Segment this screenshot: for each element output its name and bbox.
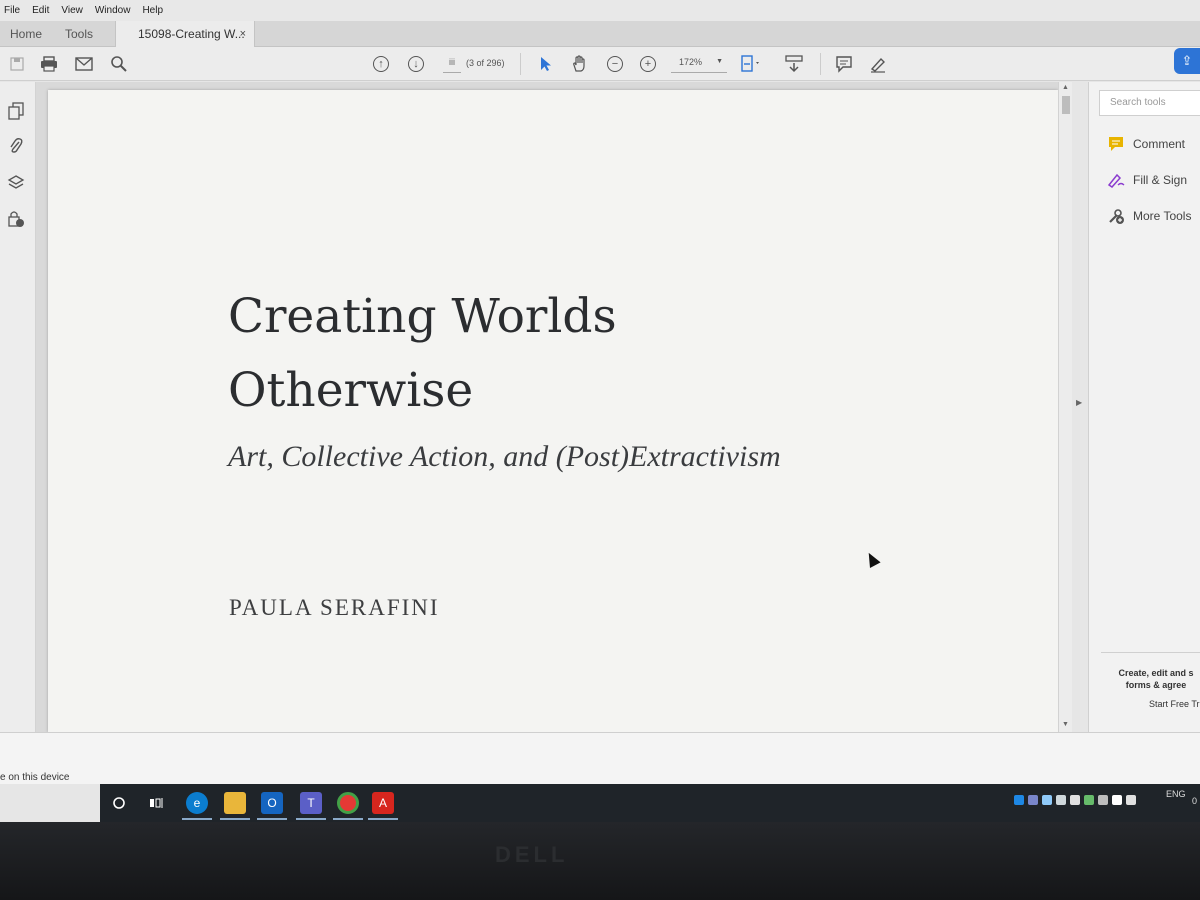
volume-icon[interactable] xyxy=(1126,795,1136,805)
edge-browser-icon[interactable]: e xyxy=(186,792,208,814)
tool-label: Fill & Sign xyxy=(1133,173,1188,187)
tools-pane: Search tools Comment Fill & Sign More To… xyxy=(1088,82,1200,732)
zoom-value: 172% xyxy=(679,57,703,67)
device-status-text: e on this device xyxy=(0,772,70,783)
page-number-input[interactable]: iii xyxy=(443,57,461,73)
task-view-icon[interactable] xyxy=(145,792,167,814)
menu-file[interactable]: File xyxy=(4,5,20,16)
previous-page-icon[interactable]: ↑ xyxy=(370,53,392,75)
scroll-mode-icon[interactable] xyxy=(783,53,805,75)
teams-icon[interactable]: T xyxy=(300,792,322,814)
menu-edit[interactable]: Edit xyxy=(32,5,49,16)
tab-document[interactable]: 15098-Creating W... × xyxy=(115,21,255,47)
email-icon[interactable] xyxy=(73,53,95,75)
left-navigation-pane xyxy=(0,82,36,732)
taskbar: e O T A ENG 0 xyxy=(100,784,1200,822)
tray-cloud-icon[interactable] xyxy=(1042,795,1052,805)
tray-app-icon[interactable] xyxy=(1070,795,1080,805)
zoom-out-icon[interactable]: − xyxy=(604,53,626,75)
print-icon[interactable] xyxy=(38,53,60,75)
book-author: PAULA SERAFINI xyxy=(229,595,440,620)
search-icon[interactable] xyxy=(108,53,130,75)
tools-icon xyxy=(1107,207,1125,225)
page-count: (3 of 296) xyxy=(466,58,505,68)
active-indicator xyxy=(182,818,212,820)
comment-icon[interactable] xyxy=(833,53,855,75)
tab-document-label: 15098-Creating W... xyxy=(138,27,245,41)
active-indicator xyxy=(333,818,363,820)
tray-teams-icon[interactable] xyxy=(1028,795,1038,805)
document-viewport[interactable]: Creating Worlds Otherwise Art, Collectiv… xyxy=(36,82,1072,732)
toolbar: ↑ ↓ iii (3 of 296) − + 172% ▼ ⇪ xyxy=(0,47,1200,81)
monitor-brand-logo: DELL xyxy=(495,842,569,867)
chrome-icon[interactable] xyxy=(337,792,359,814)
tool-more-tools[interactable]: More Tools xyxy=(1107,206,1191,226)
expand-right-pane-icon[interactable]: ▶ xyxy=(1076,398,1082,407)
clock[interactable]: 0 xyxy=(1192,796,1197,806)
outlook-icon[interactable]: O xyxy=(261,792,283,814)
desktop-area xyxy=(0,732,1200,784)
monitor-bezel xyxy=(0,822,1200,900)
active-indicator xyxy=(257,818,287,820)
active-indicator xyxy=(296,818,326,820)
security-icon[interactable] xyxy=(7,210,25,228)
select-cursor-icon[interactable] xyxy=(535,53,557,75)
tool-label: More Tools xyxy=(1133,209,1192,223)
mouse-cursor-icon xyxy=(863,550,881,568)
acrobat-icon[interactable]: A xyxy=(372,792,394,814)
save-icon[interactable] xyxy=(6,53,28,75)
pen-icon xyxy=(1107,171,1125,189)
file-explorer-icon[interactable] xyxy=(224,792,246,814)
promo-text: Create, edit and s forms & agree xyxy=(1101,652,1200,691)
page-thumbnails-icon[interactable] xyxy=(7,102,25,120)
scroll-up-icon[interactable]: ▲ xyxy=(1062,84,1069,91)
scroll-down-icon[interactable]: ▼ xyxy=(1062,721,1069,728)
tray-defender-icon[interactable] xyxy=(1084,795,1094,805)
highlight-pen-icon[interactable] xyxy=(867,53,889,75)
language-indicator[interactable]: ENG xyxy=(1166,789,1186,799)
attachments-icon[interactable] xyxy=(7,137,25,155)
layers-icon[interactable] xyxy=(7,174,25,192)
vertical-scrollbar[interactable]: ▲ ▼ xyxy=(1058,82,1072,732)
tray-usb-icon[interactable] xyxy=(1098,795,1108,805)
book-title: Creating Worlds Otherwise xyxy=(228,289,617,418)
tool-label: Comment xyxy=(1133,137,1186,151)
menu-window[interactable]: Window xyxy=(95,5,131,16)
toolbar-divider xyxy=(520,53,521,75)
share-button[interactable]: ⇪ xyxy=(1174,48,1200,74)
tool-comment[interactable]: Comment xyxy=(1107,134,1185,154)
tray-outlook-icon[interactable] xyxy=(1014,795,1024,805)
document-page: Creating Worlds Otherwise Art, Collectiv… xyxy=(48,90,1058,732)
scrollbar-thumb[interactable] xyxy=(1062,96,1070,114)
screen: File Edit View Window Help Home Tools 15… xyxy=(0,0,1200,822)
tool-fill-sign[interactable]: Fill & Sign xyxy=(1107,170,1187,190)
tab-home[interactable]: Home xyxy=(10,21,42,47)
active-indicator xyxy=(368,818,398,820)
search-circle-icon[interactable] xyxy=(108,792,130,814)
tab-close-button[interactable]: × xyxy=(240,21,246,47)
start-free-trial-link[interactable]: Start Free Tri xyxy=(1149,699,1200,709)
next-page-icon[interactable]: ↓ xyxy=(405,53,427,75)
fit-page-icon[interactable] xyxy=(740,53,762,75)
menu-bar: File Edit View Window Help xyxy=(0,0,1200,21)
tab-tools[interactable]: Tools xyxy=(65,21,93,47)
zoom-in-icon[interactable]: + xyxy=(637,53,659,75)
tray-network-icon[interactable] xyxy=(1112,795,1122,805)
toolbar-divider xyxy=(820,53,821,75)
menu-view[interactable]: View xyxy=(61,5,83,16)
search-tools-input[interactable]: Search tools xyxy=(1099,90,1200,116)
book-subtitle: Art, Collective Action, and (Post)Extrac… xyxy=(228,440,781,473)
tab-bar: Home Tools 15098-Creating W... × xyxy=(0,21,1200,47)
zoom-select[interactable]: 172% ▼ xyxy=(671,57,727,73)
chevron-down-icon: ▼ xyxy=(716,58,723,65)
active-indicator xyxy=(220,818,250,820)
system-tray xyxy=(1014,790,1136,810)
menu-help[interactable]: Help xyxy=(142,5,163,16)
hand-tool-icon[interactable] xyxy=(569,53,591,75)
share-icon: ⇪ xyxy=(1181,53,1193,68)
tray-onedrive-icon[interactable] xyxy=(1056,795,1066,805)
comment-icon xyxy=(1107,135,1125,153)
